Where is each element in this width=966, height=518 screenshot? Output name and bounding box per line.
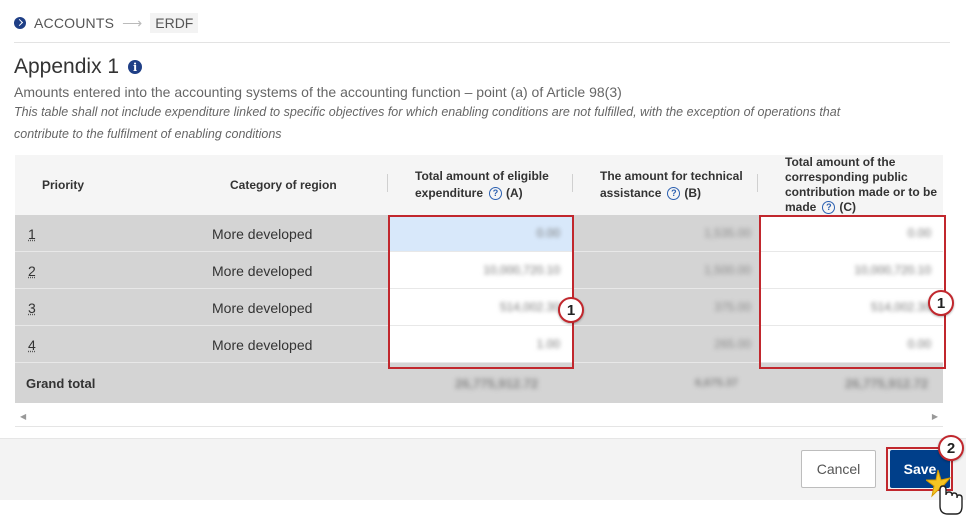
row-priority[interactable]: 4 [28, 326, 36, 363]
col-public-line2: corresponding public [785, 170, 908, 184]
row-region: More developed [212, 299, 313, 316]
callout-badge-2: 2 [938, 435, 964, 461]
row-region: More developed [212, 336, 313, 353]
col-public-line3: contribution made or to be [785, 185, 937, 199]
page-title-text: Appendix 1 [14, 55, 120, 78]
col-public-line4: made [785, 200, 817, 214]
col-region: Category of region [230, 178, 337, 192]
technical-assistance-value: 1,500.00 [704, 263, 751, 277]
col-technical-assistance: The amount for technical assistance? (B) [600, 155, 760, 215]
grand-total-a: 26,775,912.72 [455, 375, 539, 391]
row-region: More developed [212, 225, 313, 242]
col-divider [572, 174, 573, 192]
grand-total-row: Grand total 26,775,912.72 6,675.37 26,77… [15, 363, 943, 403]
technical-assistance-value: 1,535.00 [704, 226, 751, 240]
col-public-suffix: (C) [839, 200, 857, 214]
grand-total-b: 6,675.37 [695, 377, 738, 389]
arrow-right-icon: ⟶ [122, 14, 143, 31]
breadcrumb-current: ERDF [150, 13, 199, 33]
col-technical-line1: The amount for technical [600, 169, 743, 183]
table-header: Priority Category of region Total amount… [15, 155, 943, 215]
col-eligible-suffix: (A) [506, 186, 523, 200]
grand-total-label: Grand total [26, 375, 96, 391]
page-note: This table shall not include expenditure… [14, 105, 841, 141]
breadcrumb: ACCOUNTS ⟶ ERDF [14, 12, 199, 34]
col-eligible-line2: expenditure [415, 186, 484, 200]
page-subtitle: Amounts entered into the accounting syst… [14, 84, 622, 100]
help-icon[interactable]: ? [667, 187, 681, 201]
col-public-contribution: Total amount of the corresponding public… [785, 155, 943, 215]
col-eligible-line1: Total amount of eligible [415, 169, 549, 183]
col-public-line1: Total amount of the [785, 155, 896, 169]
chevron-right-icon [14, 17, 26, 29]
page-title: Appendix 1 i [14, 55, 143, 79]
callout-badge-1: 1 [928, 290, 954, 316]
help-icon[interactable]: ? [822, 201, 836, 215]
row-priority[interactable]: 2 [28, 252, 36, 289]
highlight-eligible-column [388, 215, 574, 369]
row-priority[interactable]: 3 [28, 289, 36, 326]
help-icon[interactable]: ? [489, 187, 503, 201]
technical-assistance-value: 375.00 [714, 300, 751, 314]
breadcrumb-accounts[interactable]: ACCOUNTS [34, 15, 114, 31]
callout-badge-1: 1 [558, 297, 584, 323]
horizontal-scrollbar[interactable]: ◀ ▶ [15, 403, 943, 427]
highlight-public-column [759, 215, 946, 369]
scroll-right-icon[interactable]: ▶ [932, 412, 938, 421]
col-technical-line2: assistance [600, 186, 662, 200]
col-eligible-expenditure: Total amount of eligible expenditure? (A) [415, 155, 575, 215]
cancel-button[interactable]: Cancel [801, 450, 876, 488]
hand-cursor-icon [926, 469, 963, 515]
grand-total-c: 26,775,912.72 [845, 375, 929, 391]
header-divider [14, 42, 950, 43]
technical-assistance-value: 265.00 [714, 337, 751, 351]
scroll-left-icon[interactable]: ◀ [20, 412, 26, 421]
col-divider [757, 174, 758, 192]
row-region: More developed [212, 262, 313, 279]
col-technical-suffix: (B) [684, 186, 702, 200]
row-priority[interactable]: 1 [28, 215, 36, 252]
col-priority: Priority [42, 178, 85, 192]
col-divider [387, 174, 388, 192]
info-icon[interactable]: i [128, 60, 143, 74]
